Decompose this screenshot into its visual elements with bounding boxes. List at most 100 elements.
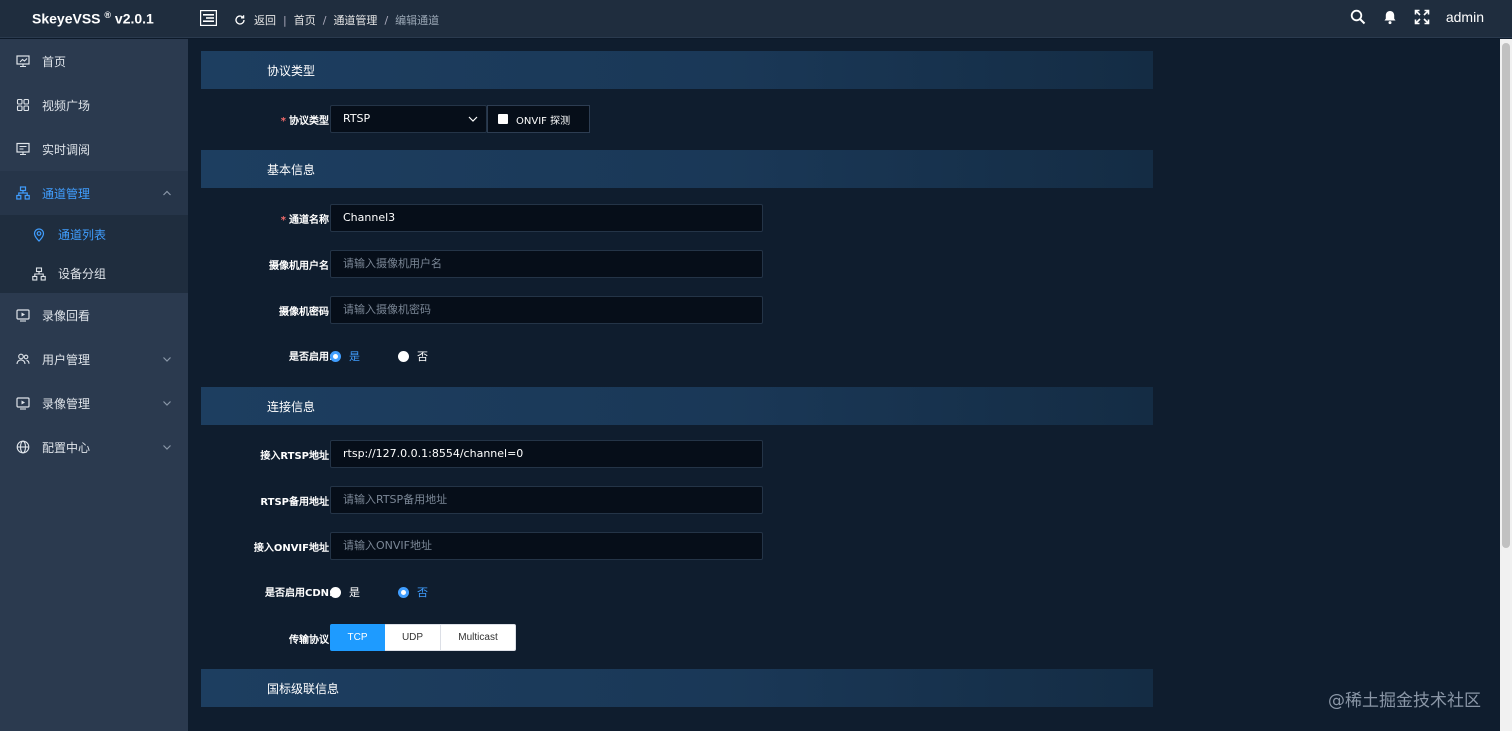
enabled-radio-group: 是 否 bbox=[330, 348, 466, 364]
top-header: SkeyeVSS ® v2.0.1 返回 | 首页 / 通道管理 / 编辑通道 bbox=[0, 0, 1512, 38]
transport-udp-button[interactable]: UDP bbox=[385, 624, 441, 651]
sidebar-item-channel-management[interactable]: 通道管理 bbox=[0, 171, 188, 215]
breadcrumb-section[interactable]: 通道管理 bbox=[333, 12, 377, 28]
rtsp-address-label: 接入RTSP地址: bbox=[260, 451, 333, 462]
breadcrumb-current: 编辑通道 bbox=[395, 14, 440, 27]
sidebar-subitem-label: 通道列表 bbox=[58, 228, 107, 242]
enabled-yes-radio[interactable]: 是 bbox=[330, 348, 360, 364]
breadcrumb: 返回 | 首页 / 通道管理 / 编辑通道 bbox=[234, 12, 439, 28]
transport-segmented: TCP UDP Multicast bbox=[330, 624, 516, 651]
protocol-select-value: RTSP bbox=[343, 112, 371, 125]
breadcrumb-home[interactable]: 首页 bbox=[294, 12, 316, 28]
watermark: @稀土掘金技术社区 bbox=[1328, 691, 1481, 711]
radio-dot bbox=[398, 350, 409, 362]
protocol-select[interactable]: RTSP bbox=[330, 105, 487, 133]
back-link[interactable]: 返回 bbox=[254, 12, 276, 28]
transport-tcp-button[interactable]: TCP bbox=[330, 624, 385, 651]
onvif-address-input[interactable]: 请输入ONVIF地址 bbox=[330, 532, 763, 560]
sidebar-item-label: 实时调阅 bbox=[42, 142, 91, 157]
onvif-address-label: 接入ONVIF地址: bbox=[253, 543, 333, 554]
camera-password-label: 摄像机密码: bbox=[279, 307, 333, 318]
required-mark: * bbox=[280, 116, 286, 127]
sidebar-item-label: 配置中心 bbox=[42, 440, 91, 455]
form-row-rtsp-backup: RTSP备用地址: 请输入RTSP备用地址 bbox=[201, 486, 1153, 514]
sidebar-item-home[interactable]: 首页 bbox=[0, 39, 188, 83]
sidebar-subitem-channel-list[interactable]: 通道列表 bbox=[0, 215, 188, 254]
radio-label: 否 bbox=[417, 350, 428, 363]
form-row-onvif-address: 接入ONVIF地址: 请输入ONVIF地址 bbox=[201, 532, 1153, 560]
sidebar-item-playback[interactable]: 录像回看 bbox=[0, 293, 188, 337]
sidebar-subitem-label: 设备分组 bbox=[58, 267, 107, 281]
form-row-rtsp: 接入RTSP地址: rtsp://127.0.0.1:8554/channel=… bbox=[201, 440, 1153, 468]
bell-icon[interactable] bbox=[1382, 9, 1398, 25]
section-national-cascade: 国标级联信息 bbox=[201, 669, 1153, 707]
enabled-no-radio[interactable]: 否 bbox=[398, 348, 428, 364]
sidebar-item-label: 视频广场 bbox=[42, 98, 91, 113]
sitemap-icon bbox=[16, 186, 30, 200]
channel-name-label-text: 通道名称: bbox=[289, 215, 333, 226]
section-connection-info: 连接信息 bbox=[201, 387, 1153, 425]
channel-submenu: 通道列表 设备分组 bbox=[0, 215, 188, 293]
chevron-down-icon bbox=[163, 357, 171, 362]
app-logo: SkeyeVSS ® v2.0.1 bbox=[32, 10, 154, 27]
protocol-label-text: 协议类型: bbox=[289, 116, 333, 127]
section-basic-info: 基本信息 bbox=[201, 150, 1153, 188]
menu-collapse-icon[interactable] bbox=[200, 10, 217, 26]
channel-name-input[interactable]: Channel3 bbox=[330, 204, 763, 232]
sidebar-item-record-management[interactable]: 录像管理 bbox=[0, 381, 188, 425]
camera-password-input[interactable]: 请输入摄像机密码 bbox=[330, 296, 763, 324]
sidebar-item-user-management[interactable]: 用户管理 bbox=[0, 337, 188, 381]
vertical-scrollbar[interactable] bbox=[1500, 39, 1512, 731]
checkbox[interactable] bbox=[498, 114, 508, 124]
sidebar-item-label: 录像回看 bbox=[42, 308, 91, 323]
cdn-no-radio[interactable]: 否 bbox=[398, 584, 428, 600]
enabled-label: 是否启用: bbox=[289, 352, 333, 363]
users-icon bbox=[16, 353, 30, 365]
sidebar: 首页 视频广场 实时调阅 通道管理 通道列表 设备分组 录像回看 用户管理 录像… bbox=[0, 39, 188, 731]
grid-icon bbox=[16, 98, 30, 112]
header-actions: admin bbox=[1350, 9, 1484, 25]
cdn-yes-radio[interactable]: 是 bbox=[330, 584, 360, 600]
form-row-cdn: 是否启用CDN: 是 否 bbox=[201, 577, 1153, 605]
app-version: v2.0.1 bbox=[114, 10, 154, 27]
rtsp-backup-input[interactable]: 请输入RTSP备用地址 bbox=[330, 486, 763, 514]
breadcrumb-separator: / bbox=[322, 13, 327, 27]
breadcrumb-separator: / bbox=[384, 13, 389, 27]
form-row-camera-password: 摄像机密码: 请输入摄像机密码 bbox=[201, 296, 1153, 324]
cdn-label: 是否启用CDN: bbox=[264, 588, 333, 599]
onvif-detect-label: ONVIF 探测 bbox=[516, 115, 571, 127]
sidebar-subitem-device-group[interactable]: 设备分组 bbox=[0, 254, 188, 293]
cdn-radio-group: 是 否 bbox=[330, 584, 466, 600]
form-row-protocol: * 协议类型: RTSP ONVIF 探测 bbox=[201, 105, 1153, 133]
sidebar-item-label: 通道管理 bbox=[42, 186, 91, 201]
scrollbar-thumb[interactable] bbox=[1502, 43, 1510, 548]
channel-name-label: * 通道名称: bbox=[281, 211, 333, 226]
sidebar-item-video-square[interactable]: 视频广场 bbox=[0, 83, 188, 127]
search-icon[interactable] bbox=[1350, 9, 1366, 25]
radio-dot bbox=[330, 350, 341, 362]
rtsp-backup-label: RTSP备用地址: bbox=[260, 497, 333, 508]
form-row-channel-name: * 通道名称: Channel3 bbox=[201, 204, 1153, 232]
chevron-up-icon bbox=[163, 190, 171, 196]
form-row-transport: 传输协议: TCP UDP Multicast bbox=[201, 624, 1153, 652]
app-reg-mark: ® bbox=[104, 10, 112, 20]
protocol-label: * 协议类型: bbox=[281, 112, 333, 127]
fullscreen-icon[interactable] bbox=[1414, 9, 1430, 25]
user-menu[interactable]: admin bbox=[1446, 9, 1484, 25]
required-mark: * bbox=[280, 215, 286, 226]
camera-username-label: 摄像机用户名: bbox=[269, 261, 333, 272]
sidebar-item-realtime[interactable]: 实时调阅 bbox=[0, 127, 188, 171]
form-row-camera-username: 摄像机用户名: 请输入摄像机用户名 bbox=[201, 250, 1153, 278]
camera-username-input[interactable]: 请输入摄像机用户名 bbox=[330, 250, 763, 278]
radio-label: 是 bbox=[349, 586, 360, 599]
transport-multicast-button[interactable]: Multicast bbox=[441, 624, 516, 651]
refresh-icon[interactable] bbox=[234, 14, 246, 26]
main-content: 协议类型 * 协议类型: RTSP ONVIF 探测 基本信息 * 通道名称: Ch… bbox=[188, 39, 1500, 731]
chevron-down-icon bbox=[163, 401, 171, 406]
onvif-detect-toggle[interactable]: ONVIF 探测 bbox=[487, 105, 590, 133]
sidebar-item-config-center[interactable]: 配置中心 bbox=[0, 425, 188, 469]
rtsp-address-input[interactable]: rtsp://127.0.0.1:8554/channel=0 bbox=[330, 440, 763, 468]
sidebar-item-label: 首页 bbox=[42, 54, 67, 69]
chevron-down-icon bbox=[468, 116, 478, 122]
app-name: SkeyeVSS bbox=[32, 10, 101, 27]
